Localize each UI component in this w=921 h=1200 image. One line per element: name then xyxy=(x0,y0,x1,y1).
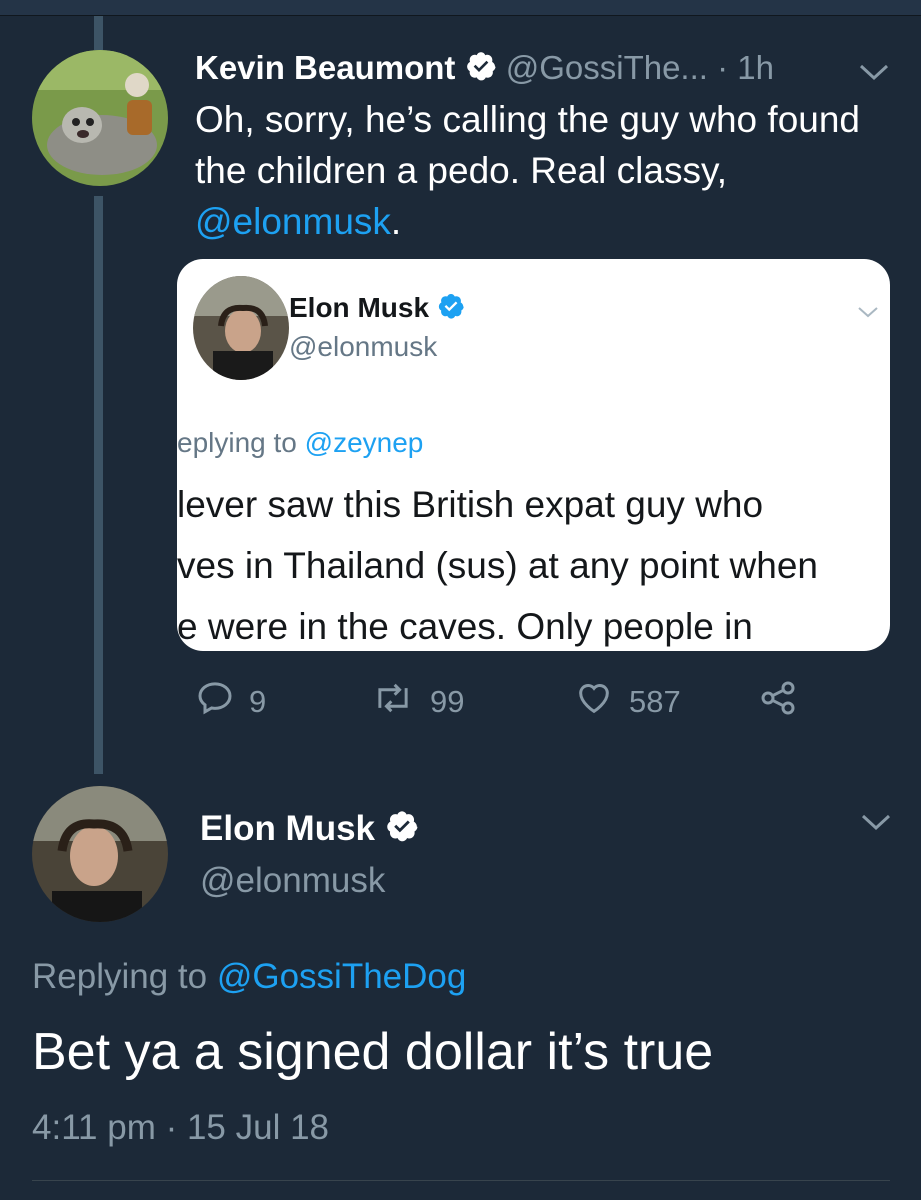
replying-prefix: Replying to xyxy=(32,957,217,996)
quoted-text-line3: e were in the caves. Only people in xyxy=(177,606,753,647)
quoted-handle: @elonmusk xyxy=(289,331,438,362)
avatar-elon[interactable] xyxy=(32,786,168,922)
bottom-divider xyxy=(32,1180,890,1181)
thread-line-bottom xyxy=(94,196,103,774)
tweet1-text-line3: @elonmusk. xyxy=(195,199,401,245)
retweet-icon xyxy=(370,678,416,726)
tweet1-header: Kevin Beaumont @GossiThe... · 1h xyxy=(195,48,774,91)
reply-button[interactable]: 9 xyxy=(195,678,266,726)
chevron-down-icon[interactable] xyxy=(860,812,892,837)
like-count: 587 xyxy=(629,684,681,719)
tweet2-text: Bet ya a signed dollar it’s true xyxy=(32,1023,714,1081)
tweet2-replying: Replying to @GossiTheDog xyxy=(32,955,466,999)
retweet-button[interactable]: 99 xyxy=(370,678,464,726)
replying-handle[interactable]: @GossiTheDog xyxy=(217,957,467,996)
quoted-replying: eplying to @zeynep xyxy=(177,427,423,459)
verified-icon xyxy=(465,50,497,91)
reply-count: 9 xyxy=(249,684,267,719)
quoted-text-line2: ves in Thailand (sus) at any point when xyxy=(177,545,819,586)
share-button[interactable] xyxy=(757,678,799,726)
share-icon xyxy=(757,678,799,726)
tweet2-author: Elon Musk xyxy=(200,808,419,853)
chevron-down-icon[interactable] xyxy=(858,62,890,87)
author-handle[interactable]: @GossiThe... xyxy=(506,49,708,86)
tweet-time[interactable]: · 1h xyxy=(717,49,774,86)
reply-icon xyxy=(195,678,235,726)
quoted-avatar xyxy=(193,276,289,380)
tweet1-action-bar: 9 99 587 xyxy=(195,678,815,724)
verified-icon xyxy=(385,809,419,853)
quoted-replying-prefix: eplying to xyxy=(177,427,305,458)
avatar-kevin[interactable] xyxy=(32,50,168,186)
quoted-author-name: Elon Musk xyxy=(289,292,430,323)
chevron-down-icon xyxy=(857,305,879,324)
quoted-tweet-image[interactable]: Elon Musk @elonmusk eplying to @zeynep l… xyxy=(177,259,890,651)
verified-icon xyxy=(437,292,465,328)
mention-link[interactable]: @elonmusk xyxy=(195,201,391,242)
like-button[interactable]: 587 xyxy=(573,678,681,726)
thread-line-top xyxy=(94,16,103,50)
author-name[interactable]: Kevin Beaumont xyxy=(195,49,455,86)
author-name[interactable]: Elon Musk xyxy=(200,809,375,848)
heart-icon xyxy=(573,678,615,726)
tweet2-handle[interactable]: @elonmusk xyxy=(200,860,385,902)
quoted-author: Elon Musk xyxy=(289,291,465,328)
retweet-count: 99 xyxy=(430,684,465,719)
tweet1-text-line1: Oh, sorry, he’s calling the guy who foun… xyxy=(195,99,861,140)
tweet2-timestamp[interactable]: 4:11 pm · 15 Jul 18 xyxy=(32,1106,329,1150)
tweet1-text-line2: the children a pedo. Real classy, xyxy=(195,150,728,191)
quoted-text-line1: lever saw this British expat guy who xyxy=(177,484,764,525)
top-divider xyxy=(0,0,921,16)
quoted-replying-handle: @zeynep xyxy=(304,427,424,458)
mention-suffix: . xyxy=(390,201,402,242)
